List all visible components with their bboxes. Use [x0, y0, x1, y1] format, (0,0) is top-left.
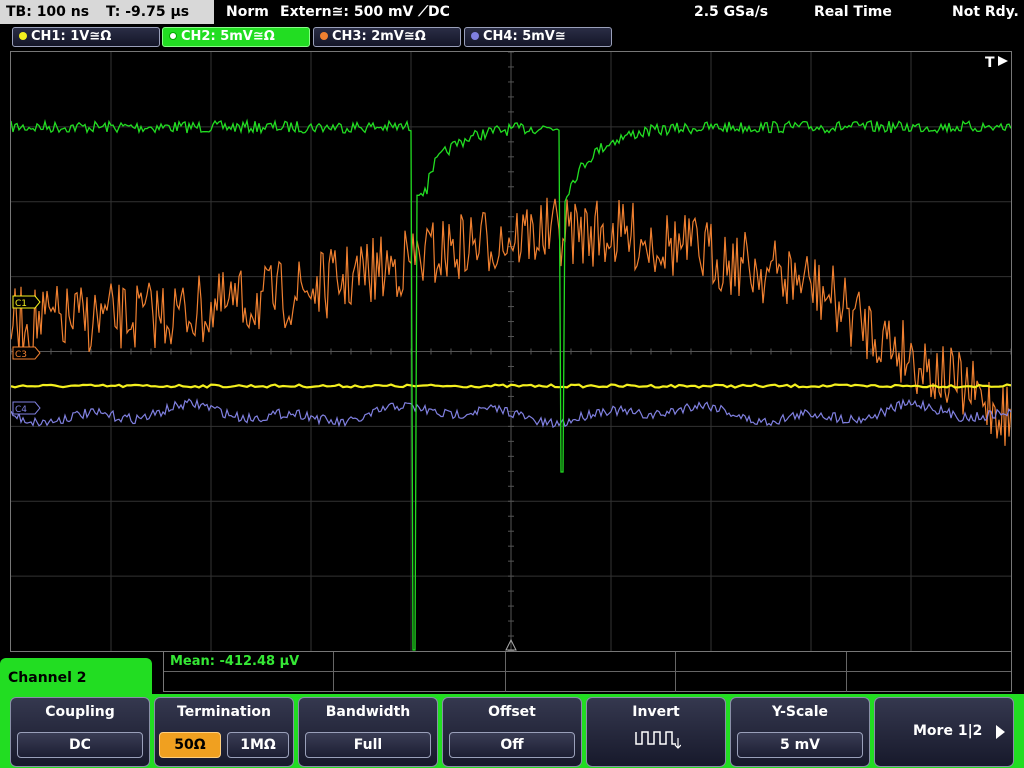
- waveform-canvas: C1 C3 C4 T: [11, 52, 1011, 651]
- trigger-marker-label: T: [985, 55, 995, 71]
- termination-softkey[interactable]: Termination 50Ω 1MΩ: [154, 697, 294, 767]
- ch3-dot-icon: [320, 32, 328, 40]
- ch1-dot-icon: [19, 32, 27, 40]
- ch4-dot-icon: [471, 32, 479, 40]
- tab-ch2[interactable]: CH2: 5mV≅Ω: [162, 27, 310, 47]
- status-bar: TB: 100 ns T: -9.75 µs Norm Extern≅: 500…: [0, 0, 1024, 24]
- trigger-arrow-icon: [998, 56, 1008, 66]
- ch4-level-marker[interactable]: C4: [12, 401, 41, 415]
- tab-ch2-label: CH2: 5mV≅Ω: [181, 29, 275, 44]
- ch3-level-marker[interactable]: C3: [12, 346, 41, 360]
- trigger-time-value: T: -9.75 µs: [105, 4, 190, 20]
- tab-ch4-label: CH4: 5mV≅: [483, 29, 566, 44]
- tab-ch4[interactable]: CH4: 5mV≅: [464, 27, 612, 47]
- coupling-value[interactable]: DC: [17, 732, 143, 758]
- bandwidth-title: Bandwidth: [325, 704, 411, 720]
- graticule: [11, 52, 1011, 651]
- acquisition-mode: Real Time: [814, 4, 892, 20]
- tab-ch3[interactable]: CH3: 2mV≅Ω: [313, 27, 461, 47]
- measurement-bar: Mean: -412.48 µV: [163, 652, 1012, 692]
- invert-waveform-icon: [635, 731, 681, 749]
- tab-ch1[interactable]: CH1: 1V≅Ω: [12, 27, 160, 47]
- bandwidth-softkey[interactable]: Bandwidth Full: [298, 697, 438, 767]
- chevron-right-icon: [996, 725, 1005, 739]
- yscale-title: Y-Scale: [771, 704, 828, 720]
- offset-softkey[interactable]: Offset Off: [442, 697, 582, 767]
- waveform-display[interactable]: C1 C3 C4 T: [10, 51, 1012, 652]
- trigger-position-marker[interactable]: T: [985, 55, 1008, 71]
- menu-title: Channel 2: [0, 658, 152, 700]
- ch2-dot-icon: [169, 32, 177, 40]
- mean-measurement[interactable]: Mean: -412.48 µV: [170, 654, 299, 669]
- termination-title: Termination: [177, 704, 271, 720]
- yscale-value[interactable]: 5 mV: [737, 732, 863, 758]
- coupling-softkey[interactable]: Coupling DC: [10, 697, 150, 767]
- termination-1mohm[interactable]: 1MΩ: [227, 732, 289, 758]
- tab-ch3-label: CH3: 2mV≅Ω: [332, 29, 426, 44]
- timebase-value: TB: 100 ns: [6, 4, 90, 20]
- more-label: More 1|2: [913, 723, 983, 739]
- ch3-marker-label: C3: [15, 350, 27, 360]
- sample-rate: 2.5 GSa/s: [694, 4, 769, 20]
- termination-50ohm[interactable]: 50Ω: [159, 732, 221, 758]
- trigger-mode[interactable]: Norm: [226, 0, 269, 24]
- tab-ch1-label: CH1: 1V≅Ω: [31, 29, 112, 44]
- run-status: Not Rdy.: [952, 4, 1019, 20]
- ch4-marker-label: C4: [15, 405, 27, 415]
- trigger-source[interactable]: Extern≅: 500 mV ⟋DC: [280, 0, 450, 24]
- offset-title: Offset: [488, 704, 536, 720]
- timebase-box[interactable]: TB: 100 ns T: -9.75 µs: [0, 0, 214, 24]
- invert-softkey[interactable]: Invert: [586, 697, 726, 767]
- coupling-title: Coupling: [45, 704, 115, 720]
- channel-tabs: CH1: 1V≅Ω CH2: 5mV≅Ω CH3: 2mV≅Ω CH4: 5mV…: [0, 25, 1024, 49]
- more-softkey[interactable]: More 1|2: [874, 697, 1014, 767]
- offset-value[interactable]: Off: [449, 732, 575, 758]
- bandwidth-value[interactable]: Full: [305, 732, 431, 758]
- ch1-level-marker[interactable]: C1: [12, 295, 41, 309]
- ch1-marker-label: C1: [15, 299, 27, 309]
- invert-title: Invert: [632, 704, 680, 720]
- yscale-softkey[interactable]: Y-Scale 5 mV: [730, 697, 870, 767]
